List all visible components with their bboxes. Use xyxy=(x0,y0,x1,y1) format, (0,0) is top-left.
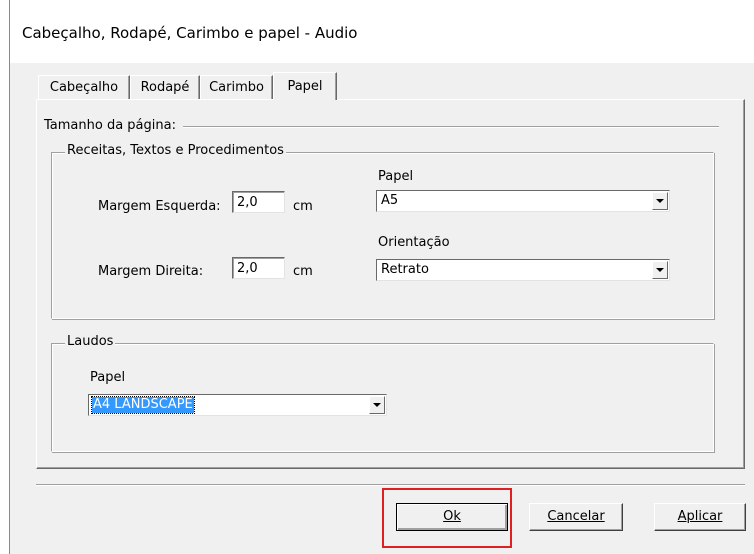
tab-cabecalho[interactable]: Cabeçalho xyxy=(38,75,130,100)
laudos-papel-select[interactable]: A4 LANDSCAPE xyxy=(88,394,387,416)
tab-rodape[interactable]: Rodapé xyxy=(130,75,200,100)
laudos-papel-label: Papel xyxy=(90,370,126,385)
window-title: Cabeçalho, Rodapé, Carimbo e papel - Aud… xyxy=(22,24,358,42)
laudos-papel-select-value: A4 LANDSCAPE xyxy=(91,396,195,414)
ok-button-highlight xyxy=(382,488,512,548)
papel-select-value: A5 xyxy=(381,193,399,208)
separator-line xyxy=(183,126,719,128)
apply-button[interactable]: Aplicar xyxy=(654,503,746,531)
papel-label: Papel xyxy=(378,169,414,184)
papel-select[interactable]: A5 xyxy=(376,190,670,212)
footer-separator xyxy=(36,484,745,486)
margem-esquerda-label: Margem Esquerda: xyxy=(98,199,221,214)
orientacao-select[interactable]: Retrato xyxy=(376,259,670,281)
laudos-papel-dropdown-button[interactable] xyxy=(369,396,385,414)
page-size-label: Tamanho da página: xyxy=(44,118,176,133)
tab-papel[interactable]: Papel xyxy=(273,72,337,100)
papel-dropdown-button[interactable] xyxy=(652,192,668,210)
margem-direita-input[interactable]: 2,0 xyxy=(232,257,285,279)
tab-carimbo[interactable]: Carimbo xyxy=(200,75,273,100)
title-bar[interactable]: Cabeçalho, Rodapé, Carimbo e papel - Aud… xyxy=(10,0,754,63)
apply-button-label: Aplicar xyxy=(677,509,723,524)
margem-esquerda-input[interactable]: 2,0 xyxy=(232,191,285,213)
receitas-group-title: Receitas, Textos e Procedimentos xyxy=(65,143,286,158)
laudos-group-title: Laudos xyxy=(65,334,116,349)
margem-direita-label: Margem Direita: xyxy=(98,264,204,279)
orientacao-select-value: Retrato xyxy=(381,262,429,277)
chevron-down-icon xyxy=(373,403,381,407)
chevron-down-icon xyxy=(656,199,664,203)
cancel-button-label: Cancelar xyxy=(547,509,605,524)
orientacao-label: Orientação xyxy=(378,235,450,250)
margem-direita-unit: cm xyxy=(293,264,313,279)
dialog-window: Cabeçalho, Rodapé, Carimbo e papel - Aud… xyxy=(9,0,754,554)
orientacao-dropdown-button[interactable] xyxy=(652,261,668,279)
margem-esquerda-unit: cm xyxy=(293,199,313,214)
chevron-down-icon xyxy=(656,268,664,272)
cancel-button[interactable]: Cancelar xyxy=(529,503,623,531)
